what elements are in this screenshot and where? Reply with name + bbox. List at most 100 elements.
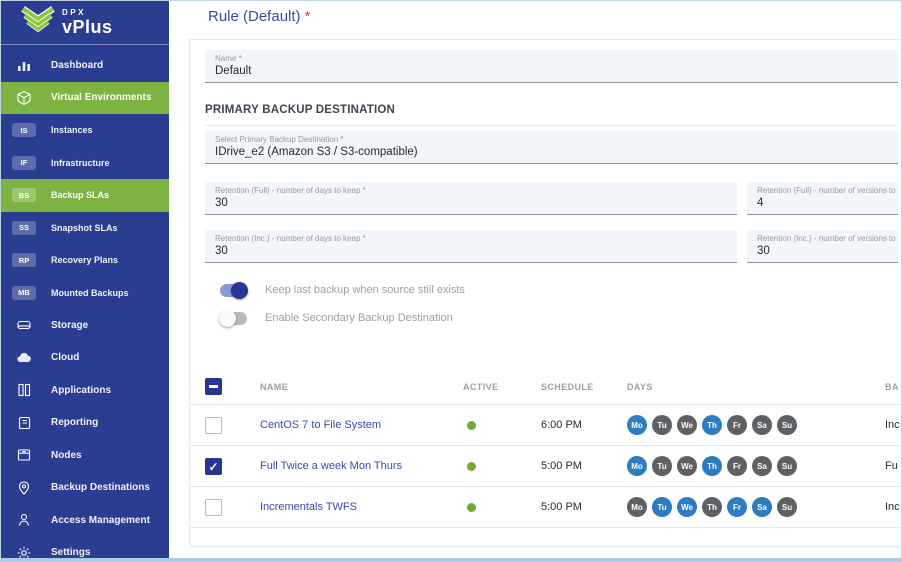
sidebar-item-instances[interactable]: IS Instances [1, 114, 169, 147]
sidebar-item-label: Applications [51, 385, 111, 396]
cloud-icon [11, 350, 37, 366]
sidebar-item-access-management[interactable]: Access Management [1, 504, 169, 537]
days-chip-group: MoTuWeThFrSaSu [627, 446, 802, 486]
primary-backup-destination-heading: PRIMARY BACKUP DESTINATION [205, 104, 395, 116]
location-pin-icon [11, 480, 37, 496]
sidebar-item-nodes[interactable]: Nodes [1, 439, 169, 472]
toggle-secondary-destination[interactable]: Enable Secondary Backup Destination [220, 308, 453, 328]
applications-icon [11, 382, 37, 398]
report-scroll-icon [11, 415, 37, 431]
bar-chart-icon [11, 57, 37, 73]
retention-full-versions-label: Retention (Full) - number of versions to… [757, 186, 888, 195]
retention-full-versions-value: 4 [757, 197, 888, 209]
backup-slas-badge: BS [12, 188, 36, 202]
day-chip-tu: Tu [652, 415, 672, 435]
day-chip-tu: Tu [652, 497, 672, 517]
sla-name-link[interactable]: CentOS 7 to File System [260, 405, 381, 445]
snapshot-slas-badge: SS [12, 221, 36, 235]
day-chip-sa: Sa [752, 415, 772, 435]
day-chip-fr: Fr [727, 415, 747, 435]
day-chip-th: Th [702, 497, 722, 517]
sidebar-item-applications[interactable]: Applications [1, 374, 169, 407]
sidebar-item-infrastructure[interactable]: IF Infrastructure [1, 147, 169, 180]
sidebar-item-recovery-plans[interactable]: RP Recovery Plans [1, 244, 169, 277]
cube-icon [11, 90, 37, 106]
retention-full-days-field[interactable]: Retention (Full) - number of days to kee… [205, 182, 737, 215]
retention-full-days-label: Retention (Full) - number of days to kee… [215, 186, 727, 195]
retention-inc-versions-field[interactable]: Retention (Inc.) - number of versions to… [747, 230, 898, 263]
storage-drive-icon [11, 317, 37, 333]
days-chip-group: MoTuWeThFrSaSu [627, 487, 802, 527]
secondary-destination-switch[interactable] [220, 312, 247, 325]
day-chip-we: We [677, 415, 697, 435]
sla-name-link[interactable]: Full Twice a week Mon Thurs [260, 446, 402, 486]
toggle-keep-last-backup[interactable]: Keep last backup when source still exist… [220, 280, 465, 300]
primary-destination-select[interactable]: Select Primary Backup Destination * IDri… [205, 131, 898, 164]
page-title-text: Rule (Default) [208, 8, 301, 25]
sidebar-item-snapshot-slas[interactable]: SS Snapshot SLAs [1, 212, 169, 245]
sidebar-item-label: Recovery Plans [51, 255, 118, 265]
days-chip-group: MoTuWeThFrSaSu [627, 405, 802, 445]
sidebar-item-label: Backup Destinations [51, 482, 150, 493]
backup-type: Inc [885, 405, 900, 445]
main-content: Rule (Default)* Name * Default PRIMARY B… [187, 1, 901, 558]
day-chip-fr: Fr [727, 456, 747, 476]
sidebar-item-settings[interactable]: Settings [1, 537, 169, 559]
table-row[interactable]: Incrementals TWFS 5:00 PM MoTuWeThFrSaSu… [190, 486, 902, 527]
sidebar-item-reporting[interactable]: Reporting [1, 407, 169, 440]
table-bottom-divider [190, 527, 902, 528]
sidebar-item-cloud[interactable]: Cloud [1, 342, 169, 375]
sla-name-link[interactable]: Incrementals TWFS [260, 487, 357, 527]
schedule-time: 5:00 PM [541, 446, 582, 486]
select-all-checkbox[interactable] [205, 378, 222, 395]
row-checkbox[interactable] [205, 417, 222, 434]
day-chip-mo: Mo [627, 415, 647, 435]
backup-type: Fu [885, 446, 898, 486]
sidebar-item-backup-slas[interactable]: BS Backup SLAs [1, 179, 169, 212]
table-row[interactable]: Full Twice a week Mon Thurs 5:00 PM MoTu… [190, 445, 902, 486]
toggle-label: Enable Secondary Backup Destination [265, 312, 453, 324]
table-row[interactable]: CentOS 7 to File System 6:00 PM MoTuWeTh… [190, 404, 902, 445]
day-chip-mo: Mo [627, 456, 647, 476]
column-header-active: ACTIVE [463, 382, 498, 392]
day-chip-sa: Sa [752, 456, 772, 476]
destination-value: IDrive_e2 (Amazon S3 / S3-compatible) [215, 146, 888, 158]
schedule-time: 5:00 PM [541, 487, 582, 527]
day-chip-sa: Sa [752, 497, 772, 517]
destination-label: Select Primary Backup Destination * [215, 135, 888, 144]
switch-knob [219, 310, 236, 327]
day-chip-th: Th [702, 456, 722, 476]
sidebar-item-virtual-environments[interactable]: Virtual Environments [1, 82, 169, 115]
column-header-days: DAYS [627, 382, 653, 392]
logo-dpx: DPX [62, 9, 113, 17]
name-field[interactable]: Name * Default [205, 50, 898, 83]
row-checkbox[interactable] [205, 458, 222, 475]
column-header-name: NAME [260, 382, 288, 392]
sidebar-item-label: Reporting [51, 417, 98, 428]
retention-inc-days-field[interactable]: Retention (Inc.) - number of days to kee… [205, 230, 737, 263]
mounted-backups-badge: MB [12, 286, 36, 300]
sidebar-item-mounted-backups[interactable]: MB Mounted Backups [1, 277, 169, 310]
app-window: DPX vPlus Dashboard Virtual En [0, 0, 902, 562]
row-checkbox[interactable] [205, 499, 222, 516]
day-chip-su: Su [777, 456, 797, 476]
sidebar-item-label: Snapshot SLAs [51, 223, 118, 233]
sidebar-item-backup-destinations[interactable]: Backup Destinations [1, 472, 169, 505]
sidebar: DPX vPlus Dashboard Virtual En [1, 1, 169, 558]
day-chip-we: We [677, 497, 697, 517]
sidebar-item-storage[interactable]: Storage [1, 309, 169, 342]
required-asterisk: * [305, 8, 311, 25]
nodes-box-icon [11, 447, 37, 463]
retention-inc-versions-value: 30 [757, 245, 888, 257]
retention-full-versions-field[interactable]: Retention (Full) - number of versions to… [747, 182, 898, 215]
person-icon [11, 512, 37, 528]
sidebar-item-dashboard[interactable]: Dashboard [1, 49, 169, 82]
app-logo[interactable]: DPX vPlus [1, 1, 169, 45]
instances-badge: IS [12, 123, 36, 137]
content-gutter [169, 1, 187, 558]
day-chip-fr: Fr [727, 497, 747, 517]
active-status-dot [467, 421, 476, 430]
rule-form-card: Name * Default PRIMARY BACKUP DESTINATIO… [189, 39, 902, 547]
sidebar-item-label: Cloud [51, 352, 79, 363]
keep-last-backup-switch[interactable] [220, 284, 247, 297]
